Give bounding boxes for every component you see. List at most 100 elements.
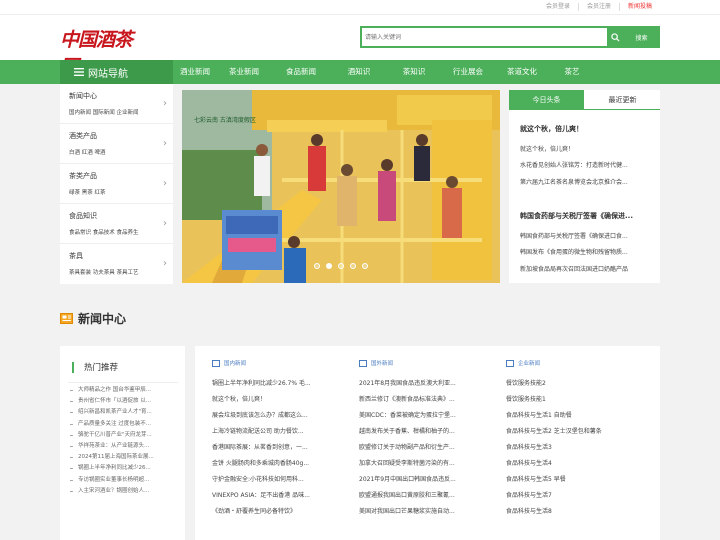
list-item[interactable]: 展会垃圾到底该怎么办？成都这么... [212,408,352,424]
list-item[interactable]: 锅圈上半年净利同比减少26.7% 毛... [212,376,352,392]
list-item[interactable]: 食品科技与生活3 [506,440,646,456]
list-item[interactable]: 食品科技与生活2 芝士汉堡包和薯条 [506,424,646,440]
newspaper-icon [60,312,73,324]
list-item[interactable]: 大师精品之作 国台华鉴甲辰... [68,385,178,396]
tab-today-headlines[interactable]: 今日头条 [509,90,584,110]
sidebar-item-title: 新闻中心 [69,92,97,100]
search-icon [610,32,620,42]
headline-item[interactable]: 第六届九江名茶名泉博览会北京推介会... [520,177,655,186]
list-item[interactable]: 欧盟通报我国出口黄原胶和三聚氰... [359,488,499,504]
search-button[interactable]: 搜索 [623,28,660,46]
chevron-right-icon: › [163,258,167,269]
submit-news-link[interactable]: 新闻投稿 [620,3,660,11]
slide-dot[interactable] [362,263,368,269]
list-item[interactable]: 专访锅圈实业董事长杨明超... [68,475,178,486]
list-item[interactable]: 餐饮服务技能2 [506,376,646,392]
nav-title[interactable]: 网站导航 [60,60,173,84]
nav-item-wine-knowledge[interactable]: 酒知识 [331,60,387,84]
login-link[interactable]: 会员登录 [538,3,579,11]
nav-item-tea-culture[interactable]: 茶道文化 [495,60,549,84]
sidebar-item-teaware[interactable]: 茶具 茶具套装 功夫茶具 茶具工艺 › [60,244,173,284]
list-item[interactable]: 入主宋河酒业？锅圈创始人... [68,486,178,497]
sidebar-item-news[interactable]: 新闻中心 国内新闻 国际新闻 企业新闻 › [60,84,173,124]
nav-item-food-news[interactable]: 食品新闻 [271,60,331,84]
list-item[interactable]: 就这个秋，倍儿爽！ [212,392,352,408]
list-item[interactable]: 加拿大召回疑受李斯特菌污染的有... [359,456,499,472]
search-bar: 搜索 [360,26,660,48]
sidebar-item-wine[interactable]: 酒类产品 白酒 红酒 啤酒 › [60,124,173,164]
list-item[interactable]: 2021年8月我国食品违反澳大利亚... [359,376,499,392]
nav-items: 酒业新闻 茶业新闻 食品新闻 酒知识 茶知识 行业展会 茶道文化 茶艺 [173,60,595,84]
headline-item[interactable]: 韩国食药部与关税厅签署《确保进口食... [520,231,655,240]
headlines-panel: 今日头条 最近更新 就这个秋，倍儿爽！ 就这个秋，倍儿爽！ 水花香见创始人张铭芳… [509,90,660,283]
headline-title[interactable]: 韩国食药部与关税厅签署《确保进... [520,211,633,221]
column-foreign-news: 国外新闻 2021年8月我国食品违反澳大利亚... 新西兰修订《澳新食品标准法典… [359,358,499,520]
search-input[interactable] [362,28,607,46]
headline-item[interactable]: 韩国发布《食用蛋的微生物和残留物质... [520,247,655,256]
sidebar-item-food[interactable]: 食品知识 食品常识 食品技术 食品养生 › [60,204,173,244]
slide-dot-active[interactable] [326,263,332,269]
list-item[interactable]: 《劲酒・舒覆养生同必备特饮》 [212,504,352,520]
column-heading[interactable]: 国外新闻 [359,358,499,368]
headline-item[interactable]: 水花香见创始人张铭芳：打造新时代健... [520,160,655,169]
list-item[interactable]: 守护金融安全:小花科技如何用科... [212,472,352,488]
column-heading-label: 企业新闻 [518,361,541,367]
list-item[interactable]: 新西兰修订《澳新食品标准法典》... [359,392,499,408]
list-item[interactable]: 欧盟修订关于动物副产品和衍生产... [359,440,499,456]
headline-item[interactable]: 新加坡食品局再次召回法国进口奶酪产品 [520,264,655,273]
list-item[interactable]: VINEXPO ASIA：足不出香港 品味... [212,488,352,504]
list-item[interactable]: 越南发布关于香蕉、柑橘和柚子的... [359,424,499,440]
list-item[interactable]: 华祥苑茶业：从产业链源头... [68,441,178,452]
headline-title[interactable]: 就这个秋，倍儿爽！ [520,124,583,134]
nav-title-label: 网站导航 [88,68,128,80]
slideshow-dots [314,263,368,269]
list-item[interactable]: 美国对我国出口芒果糖浆实施自动... [359,504,499,520]
nav-item-wine-news[interactable]: 酒业新闻 [173,60,217,84]
column-heading[interactable]: 国内新闻 [212,358,352,368]
list-item[interactable]: 香港国际茶展：从茗香到创意，一... [212,440,352,456]
list-item[interactable]: 金饼 火腿肠肉和多乘城肉香肠40g... [212,456,352,472]
list-item[interactable]: 贵州省仁怀市「以酒促旅 以... [68,396,178,407]
header: 中国酒茶网 搜索 [0,15,720,78]
tab-recent-updates[interactable]: 最近更新 [585,90,660,110]
slide-dot[interactable] [314,263,320,269]
list-item[interactable]: 2021年9月中国出口韩国食品违反... [359,472,499,488]
slide-dot[interactable] [350,263,356,269]
search-icon-button[interactable] [607,28,623,46]
nav-item-tea-news[interactable]: 茶业新闻 [217,60,271,84]
sidebar-item-title: 茶具 [69,252,83,260]
register-link[interactable]: 会员注册 [579,3,620,11]
list-item[interactable]: 美国CDC：香菜被确定为蛋拉宁堡... [359,408,499,424]
list-item[interactable]: 产品质量多关注 过度包装不... [68,419,178,430]
news-center-heading: 新闻中心 [60,308,126,328]
menu-icon [74,68,84,76]
headlines-tabs: 今日头条 最近更新 [509,90,660,110]
sidebar-item-title: 酒类产品 [69,132,97,140]
list-item[interactable]: 食品科技与生活1 自助餐 [506,408,646,424]
list-item[interactable]: 骆驼干亿川普产业"天府龙芽... [68,430,178,441]
sidebar-item-tea[interactable]: 茶类产品 绿茶 黑茶 红茶 › [60,164,173,204]
news-columns: 国内新闻 锅圈上半年净利同比减少26.7% 毛... 就这个秋，倍儿爽！ 展会垃… [195,346,660,540]
top-bar: 会员登录 会员注册 新闻投稿 [0,0,720,15]
banner-slideshow[interactable]: 七彩云南 古滇湾度假区 [182,90,500,283]
category-sidebar: 新闻中心 国内新闻 国际新闻 企业新闻 › 酒类产品 白酒 红酒 啤酒 › 茶类… [60,84,173,284]
list-item[interactable]: 食品科技与生活5 早餐 [506,472,646,488]
site-logo[interactable]: 中国酒茶网 [60,25,140,78]
list-item[interactable]: 食品科技与生活7 [506,488,646,504]
list-item[interactable]: 上海冷链物流配送公司 助力餐饮... [212,424,352,440]
nav-item-tea-art[interactable]: 茶艺 [549,60,595,84]
column-heading[interactable]: 企业新闻 [506,358,646,368]
nav-item-tea-knowledge[interactable]: 茶知识 [387,60,441,84]
list-item[interactable]: 食品科技与生活4 [506,456,646,472]
list-item[interactable]: 绍兴新昌和凯茶产业人才"育... [68,407,178,418]
list-item[interactable]: 2024第11届上海国际茶业展... [68,452,178,463]
nav-item-expo[interactable]: 行业展会 [441,60,495,84]
sidebar-item-sub: 食品常识 食品技术 食品养生 [69,230,139,236]
headline-item[interactable]: 就这个秋，倍儿爽！ [520,144,655,153]
list-item[interactable]: 食品科技与生活8 [506,504,646,520]
accent-bar [72,361,74,373]
list-item[interactable]: 锅圈上半年净利同比减少26... [68,463,178,474]
slide-dot[interactable] [338,263,344,269]
list-item[interactable]: 餐饮服务技能1 [506,392,646,408]
top-links: 会员登录 会员注册 新闻投稿 [538,3,660,11]
